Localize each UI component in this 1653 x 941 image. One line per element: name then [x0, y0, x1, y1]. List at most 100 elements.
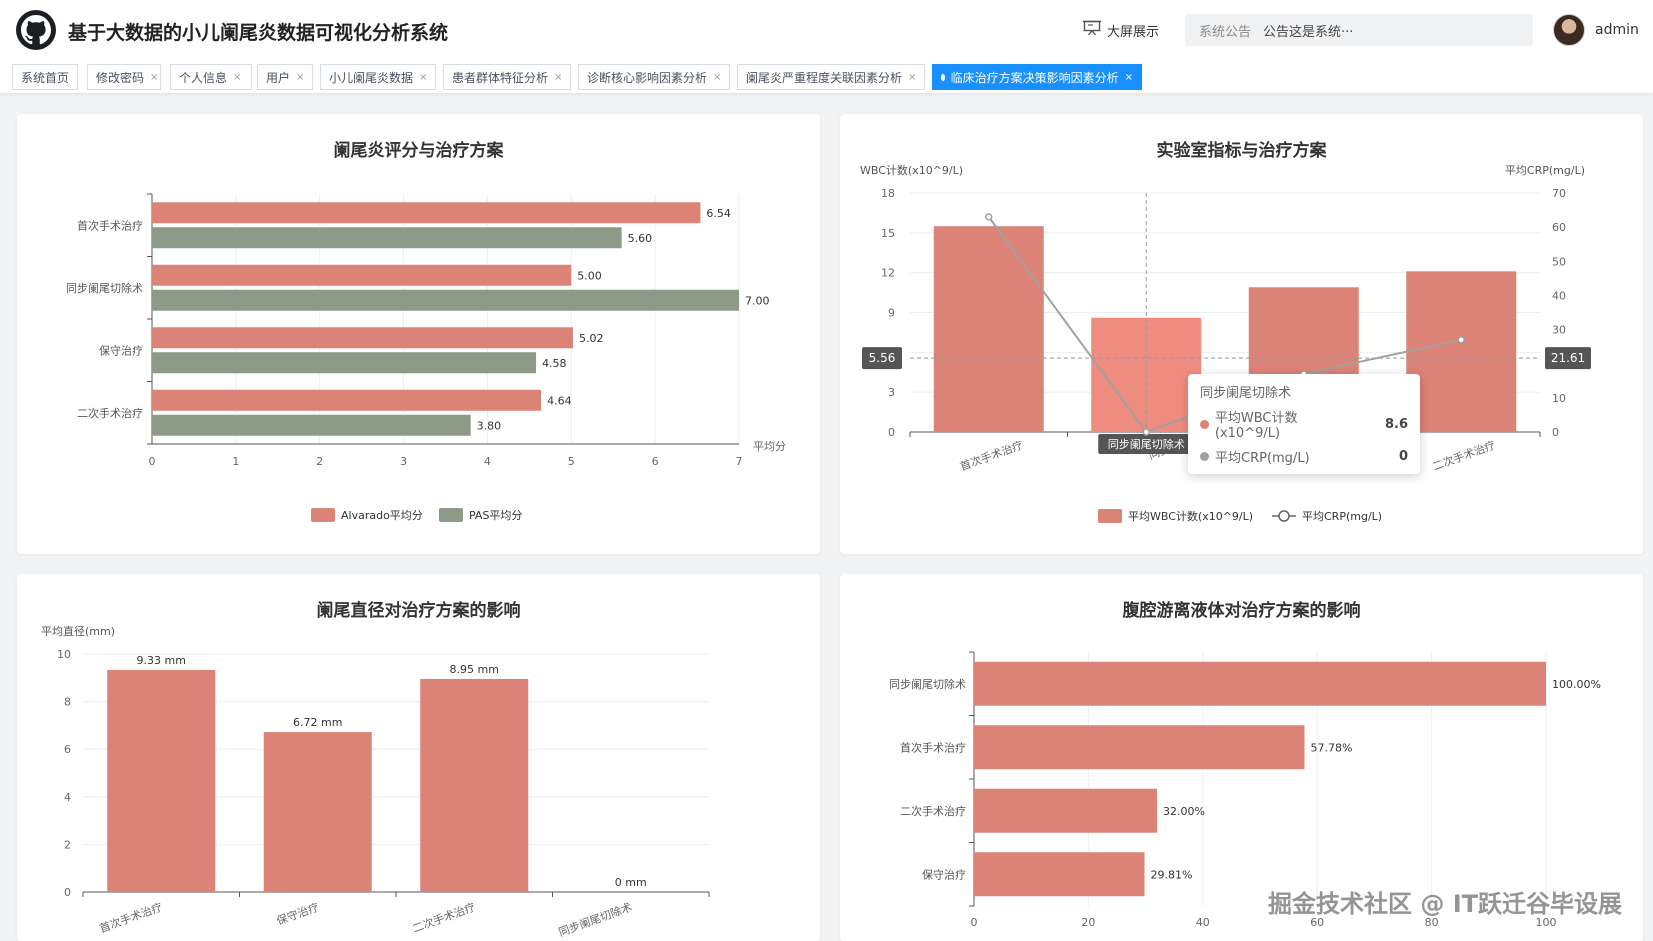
tab-8[interactable]: 临床治疗方案决策影响因素分析 × — [932, 64, 1142, 90]
x-tick-label: 0 — [149, 455, 156, 468]
tab-label: 阑尾炎严重程度关联因素分析 — [746, 70, 903, 85]
bar — [263, 732, 372, 892]
tab-4[interactable]: 小儿阑尾炎数据 × — [320, 64, 436, 90]
y-category-label: 同步阑尾切除术 — [66, 281, 143, 295]
bar-0 — [152, 327, 573, 349]
card-diameter-treatment: 阑尾直径对治疗方案的影响 0 2 4 6 8 10 平均直径(mm) 9.33 mm 首次手术治… — [17, 574, 820, 941]
tooltip-row-label: 平均CRP(mg/L) — [1215, 451, 1310, 466]
tooltip-row-crp: 平均CRP(mg/L) 0 — [1200, 447, 1408, 466]
bar-1 — [152, 352, 537, 374]
notice-text: 公告这是系统··· — [1263, 24, 1354, 40]
legend-swatch — [311, 508, 335, 522]
tooltip-row-value: 0 — [1398, 449, 1408, 464]
tags-view-bar: 系统首页 修改密码 × 个人信息 × 用户 × 小儿阑尾炎数据 × 患者群体特征分析 × 诊断核心影响… — [0, 60, 1653, 94]
close-icon[interactable]: × — [1125, 72, 1133, 83]
y-category-label: 保守治疗 — [99, 343, 143, 357]
y-tick-label: 4 — [64, 791, 71, 804]
legend-dot-icon — [1200, 419, 1209, 429]
tab-label: 小儿阑尾炎数据 — [329, 70, 414, 85]
close-icon[interactable]: × — [233, 72, 241, 83]
user-name[interactable]: admin — [1595, 22, 1639, 38]
system-notice[interactable]: 系统公告 公告这是系统··· — [1185, 14, 1533, 46]
bar-wbc — [1406, 271, 1517, 432]
bar — [420, 678, 529, 892]
close-icon[interactable]: × — [419, 72, 427, 83]
close-icon[interactable]: × — [296, 72, 304, 83]
tooltip-row-label: 平均WBC计数(x10^9/L) — [1214, 411, 1298, 441]
y-category-label: 同步阑尾切除术 — [889, 677, 966, 691]
close-icon[interactable]: × — [713, 72, 721, 83]
bar-value-label: 8.95 mm — [450, 663, 499, 676]
bar-1 — [152, 414, 471, 436]
avatar[interactable] — [1553, 14, 1585, 46]
y-left-tick-label: 9 — [888, 307, 895, 320]
y-left-axis-label: WBC计数(x10^9/L) — [860, 164, 963, 177]
tab-label: 诊断核心影响因素分析 — [587, 70, 708, 85]
close-icon[interactable]: × — [908, 72, 916, 83]
bar — [974, 788, 1158, 833]
tooltip-row-wbc: 平均WBC计数(x10^9/L) 8.6 — [1200, 407, 1408, 441]
y-tick-label: 0 — [64, 886, 71, 899]
bar-value-label: 100.00% — [1552, 678, 1601, 691]
big-screen-button[interactable]: 大屏展示 — [1083, 20, 1159, 40]
y-right-tick-label: 70 — [1552, 187, 1566, 200]
tab-6[interactable]: 诊断核心影响因素分析 × — [578, 64, 730, 90]
tab-label: 个人信息 — [179, 70, 228, 85]
y-left-tick-label: 18 — [881, 187, 895, 200]
tooltip-row-value: 8.6 — [1384, 416, 1408, 432]
tab-3[interactable]: 用户 × — [257, 64, 313, 90]
tooltip-title: 同步阑尾切除术 — [1200, 386, 1292, 401]
legend-marker-icon — [1278, 510, 1290, 522]
x-category-label: 二次手术治疗 — [410, 900, 477, 936]
crosshair-right-value: 21.61 — [1551, 351, 1585, 365]
y-tick-label: 6 — [64, 743, 71, 756]
bar-value-label: 5.60 — [628, 232, 653, 245]
y-right-axis-label: 平均CRP(mg/L) — [1505, 164, 1585, 177]
github-logo-icon[interactable] — [16, 10, 56, 50]
x-tick-label: 5 — [568, 455, 575, 468]
x-tick-label: 2 — [316, 455, 323, 468]
tab-2[interactable]: 个人信息 × — [170, 64, 252, 90]
tab-5[interactable]: 患者群体特征分析 × — [443, 64, 571, 90]
x-tick-label: 20 — [1081, 916, 1095, 929]
x-category-label: 二次手术治疗 — [1430, 438, 1497, 474]
x-axis-label: 平均分 — [753, 440, 786, 453]
bar-0 — [152, 202, 701, 224]
bar — [974, 661, 1546, 706]
big-screen-label: 大屏展示 — [1107, 24, 1160, 40]
score-treatment-chart: 0 1 2 3 4 5 6 7 平均分 首次手术治疗 6.54 5.60 同步阑尾切除术 5.00 7.00… — [66, 193, 786, 522]
tab-0[interactable]: 系统首页 — [12, 64, 78, 90]
x-category-label: 首次手术治疗 — [97, 900, 164, 936]
y-right-tick-label: 50 — [1552, 255, 1566, 268]
y-left-tick-label: 3 — [888, 386, 895, 399]
bar — [974, 725, 1305, 770]
bar-value-label: 0 mm — [615, 876, 647, 889]
y-left-tick-label: 15 — [881, 227, 895, 240]
y-axis-label: 平均直径(mm) — [41, 624, 115, 638]
legend-label: PAS平均分 — [469, 509, 522, 522]
bar-1 — [152, 289, 739, 311]
legend-swatch — [439, 508, 463, 522]
tab-7[interactable]: 阑尾炎严重程度关联因素分析 × — [737, 64, 925, 90]
lab-treatment-chart: 0369121518010203040506070WBC计数(x10^9/L)平… — [860, 164, 1591, 523]
notice-label: 系统公告 — [1199, 24, 1252, 40]
x-category-label: 首次手术治疗 — [958, 438, 1025, 474]
crosshair-x-value: 同步阑尾切除术 — [1108, 437, 1185, 451]
close-icon[interactable]: × — [150, 72, 158, 83]
bar-value-label: 6.72 mm — [293, 716, 342, 729]
bar-value-label: 5.02 — [579, 332, 604, 345]
legend-swatch — [1098, 509, 1122, 523]
bar-value-label: 4.64 — [547, 394, 572, 407]
bar-value-label: 9.33 mm — [137, 654, 186, 667]
active-dot-icon — [941, 73, 945, 81]
x-tick-label: 6 — [652, 455, 659, 468]
x-tick-label: 40 — [1196, 916, 1210, 929]
close-icon[interactable]: × — [554, 72, 562, 83]
tab-1[interactable]: 修改密码 × — [87, 64, 161, 90]
crp-point — [1142, 428, 1150, 436]
bar-value-label: 32.00% — [1163, 805, 1205, 818]
legend-dot-icon — [1200, 452, 1209, 461]
bar-value-label: 4.58 — [542, 357, 567, 370]
bar — [107, 669, 216, 892]
chart-tooltip: 同步阑尾切除术 平均WBC计数(x10^9/L) 8.6 平均CRP(mg/L)… — [1188, 374, 1420, 474]
